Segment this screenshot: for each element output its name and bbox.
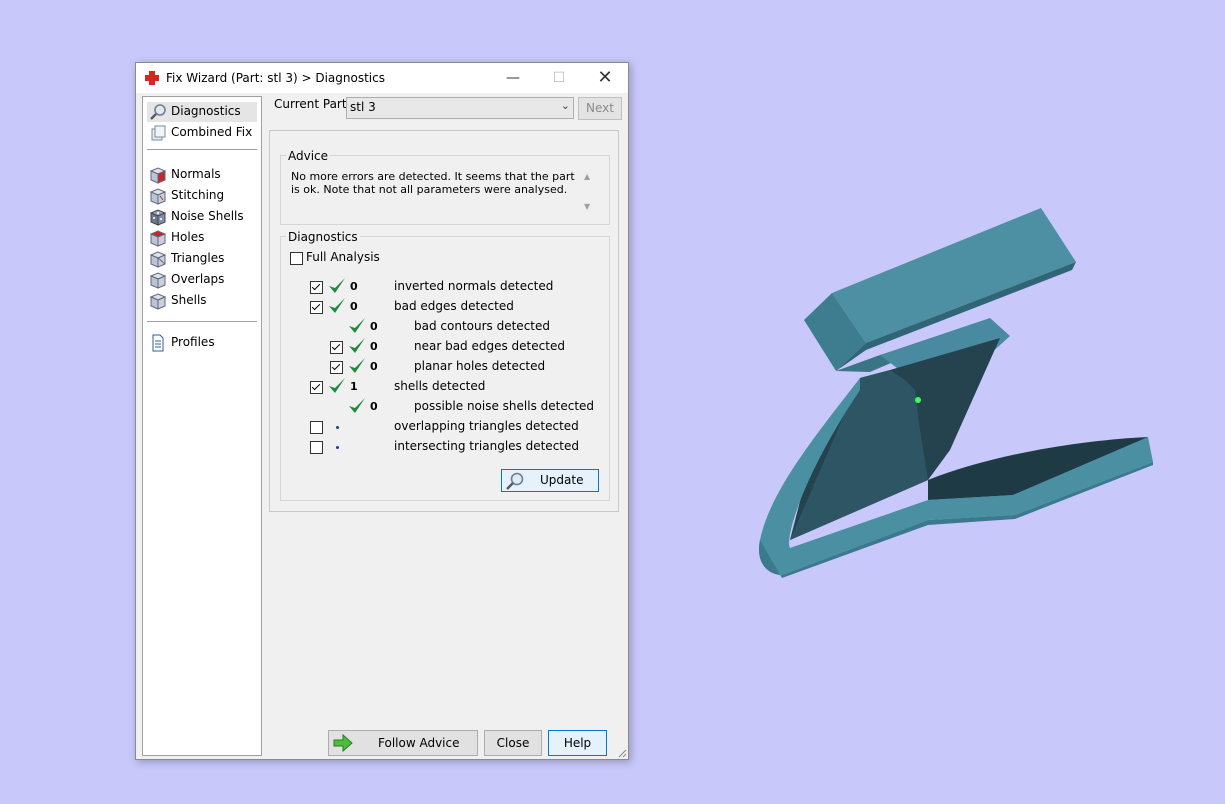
overlapping-triangles-label: overlapping triangles detected	[394, 419, 579, 433]
chevron-down-icon: ⌄	[560, 99, 570, 112]
planar-holes-count: 0	[370, 360, 378, 373]
nav-label: Diagnostics	[171, 104, 241, 118]
nav-item-holes[interactable]: Holes	[147, 228, 257, 248]
checkmark-icon	[329, 278, 345, 293]
next-button[interactable]: Next	[578, 97, 622, 120]
nav-item-stitching[interactable]: Stitching	[147, 186, 257, 206]
arrow-right-icon	[333, 734, 353, 752]
update-label: Update	[540, 473, 584, 487]
nav-label: Profiles	[171, 335, 215, 349]
nav-label: Overlaps	[171, 272, 225, 286]
normals-cube-icon	[149, 167, 167, 184]
bad-contours-label: bad contours detected	[414, 319, 550, 333]
bad-edges-label: bad edges detected	[394, 299, 514, 313]
diagnostics-group-title: Diagnostics	[286, 230, 360, 244]
nav-label: Noise Shells	[171, 209, 244, 223]
checkmark-icon	[329, 378, 345, 393]
shells-cube-icon	[149, 293, 167, 310]
follow-advice-label: Follow Advice	[378, 736, 460, 750]
diagnostics-panel: No more errors are detected. It seems th…	[269, 130, 619, 512]
nav-separator	[147, 321, 257, 322]
noise-shells-count: 0	[370, 400, 378, 413]
red-cross-icon	[145, 71, 159, 85]
shells-count: 1	[350, 380, 358, 393]
overlaps-cube-icon	[149, 272, 167, 289]
near-bad-edges-checkbox[interactable]	[330, 341, 343, 354]
overlapping-triangles-checkbox[interactable]	[310, 421, 323, 434]
advice-text: No more errors are detected. It seems th…	[291, 170, 575, 196]
nav-item-profiles[interactable]: Profiles	[147, 333, 257, 353]
nav-label: Normals	[171, 167, 221, 181]
maximize-button[interactable]: ☐	[536, 63, 582, 93]
noise-shells-icon	[149, 209, 167, 226]
near-bad-edges-label: near bad edges detected	[414, 339, 565, 353]
combined-fix-icon	[151, 125, 166, 141]
nav-item-combined-fix[interactable]: Combined Fix	[147, 123, 257, 143]
shells-label: shells detected	[394, 379, 486, 393]
minimize-button[interactable]: —	[490, 63, 536, 93]
full-analysis-label: Full Analysis	[306, 250, 380, 264]
nav-label: Triangles	[171, 251, 225, 265]
status-dot-icon	[336, 446, 339, 449]
inverted-normals-checkbox[interactable]	[310, 281, 323, 294]
update-button[interactable]: Update	[501, 469, 599, 492]
checkmark-icon	[349, 338, 365, 353]
checkmark-icon	[349, 358, 365, 373]
bad-edges-checkbox[interactable]	[310, 301, 323, 314]
nav-label: Shells	[171, 293, 207, 307]
bad-edges-count: 0	[350, 300, 358, 313]
shells-checkbox[interactable]	[310, 381, 323, 394]
nav-label: Combined Fix	[171, 125, 253, 139]
inverted-normals-count: 0	[350, 280, 358, 293]
advice-group: No more errors are detected. It seems th…	[280, 155, 610, 225]
nav-item-overlaps[interactable]: Overlaps	[147, 270, 257, 290]
nav-label: Stitching	[171, 188, 225, 202]
magnifier-icon	[150, 104, 166, 120]
inverted-normals-label: inverted normals detected	[394, 279, 554, 293]
magnifier-icon	[506, 472, 524, 490]
nav-separator	[147, 149, 257, 150]
checkmark-icon	[349, 398, 365, 413]
checkmark-icon	[349, 318, 365, 333]
triangles-cube-icon	[149, 251, 167, 268]
fix-wizard-window: Fix Wizard (Part: stl 3) > Diagnostics —…	[135, 62, 629, 760]
title-bar[interactable]: Fix Wizard (Part: stl 3) > Diagnostics —…	[136, 63, 628, 93]
planar-holes-label: planar holes detected	[414, 359, 546, 373]
close-button[interactable]: Close	[484, 730, 542, 756]
noise-shells-label: possible noise shells detected	[414, 399, 595, 413]
checkmark-icon	[329, 298, 345, 313]
bad-contours-count: 0	[370, 320, 378, 333]
help-button[interactable]: Help	[548, 730, 607, 756]
nav-label: Holes	[171, 230, 205, 244]
planar-holes-checkbox[interactable]	[330, 361, 343, 374]
resize-grip-icon[interactable]	[617, 748, 627, 758]
intersecting-triangles-label: intersecting triangles detected	[394, 439, 579, 453]
near-bad-edges-count: 0	[370, 340, 378, 353]
full-analysis-checkbox[interactable]	[290, 252, 303, 265]
scroll-up-icon[interactable]: ▲	[584, 172, 590, 181]
nav-item-noise-shells[interactable]: Noise Shells	[147, 207, 257, 227]
nav-item-triangles[interactable]: Triangles	[147, 249, 257, 269]
nav-item-diagnostics[interactable]: Diagnostics	[147, 102, 257, 122]
nav-item-normals[interactable]: Normals	[147, 165, 257, 185]
stitching-cube-icon	[149, 188, 167, 205]
status-dot-icon	[336, 426, 339, 429]
wizard-nav-list: Diagnostics Combined Fix Normals Stitchi…	[142, 96, 262, 756]
document-icon	[152, 334, 164, 352]
window-title: Fix Wizard (Part: stl 3) > Diagnostics	[166, 71, 385, 85]
close-window-button[interactable]: ✕	[582, 63, 628, 93]
holes-cube-icon	[149, 230, 167, 247]
current-part-value: stl 3	[350, 100, 376, 114]
current-part-label: Current Part:	[274, 97, 351, 111]
scroll-down-icon[interactable]: ▼	[584, 202, 590, 211]
nav-item-shells[interactable]: Shells	[147, 291, 257, 311]
current-part-select[interactable]: stl 3 ⌄	[346, 97, 574, 119]
intersecting-triangles-checkbox[interactable]	[310, 441, 323, 454]
advice-group-title: Advice	[286, 149, 331, 163]
follow-advice-button[interactable]: Follow Advice	[328, 730, 478, 756]
